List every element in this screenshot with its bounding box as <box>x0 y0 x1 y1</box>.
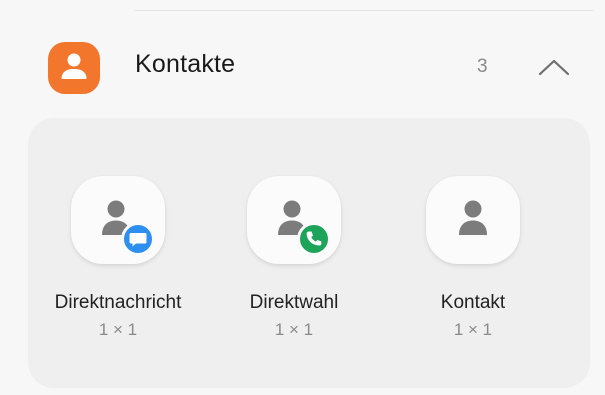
widget-label: Direktwahl <box>249 292 339 313</box>
top-divider <box>135 10 593 11</box>
widgets-panel: Direktnachricht 1 × 1 Direktwahl 1 × 1 K… <box>28 118 590 388</box>
widget-label: Direktnachricht <box>54 292 182 313</box>
widget-direktnachricht[interactable]: Direktnachricht 1 × 1 <box>28 176 208 340</box>
contacts-person-icon <box>61 53 87 79</box>
widget-kontakt[interactable]: Kontakt 1 × 1 <box>383 176 563 340</box>
section-title: Kontakte <box>135 50 236 78</box>
message-badge <box>121 222 155 256</box>
widget-preview-tile[interactable] <box>426 176 520 264</box>
widget-count: 3 <box>477 56 488 77</box>
contacts-section-header[interactable]: Kontakte 3 <box>0 28 605 108</box>
phone-badge <box>297 222 331 256</box>
widget-label: Kontakt <box>440 292 506 313</box>
widget-size: 1 × 1 <box>453 320 493 339</box>
widget-preview-tile[interactable] <box>247 176 341 264</box>
message-bubble-icon <box>129 233 147 247</box>
person-icon <box>459 200 487 235</box>
widget-preview-tile[interactable] <box>71 176 165 264</box>
contacts-app-icon <box>48 42 100 94</box>
widget-size: 1 × 1 <box>98 320 138 339</box>
phone-icon <box>306 231 322 246</box>
widget-picker-page: Kontakte 3 Direktnachricht 1 × 1 Direktw… <box>0 0 605 395</box>
chevron-up-icon <box>538 59 570 76</box>
collapse-button[interactable] <box>534 50 574 86</box>
widget-size: 1 × 1 <box>274 320 314 339</box>
widget-direktwahl[interactable]: Direktwahl 1 × 1 <box>204 176 384 340</box>
